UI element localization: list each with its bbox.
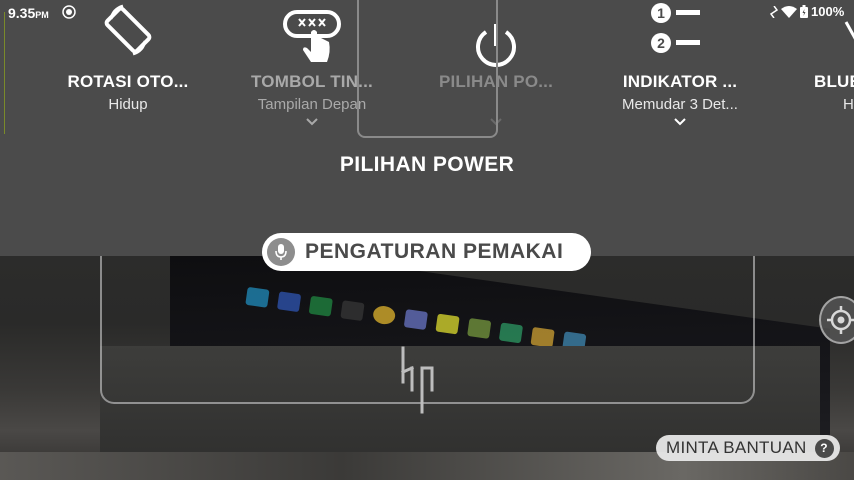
voice-settings-button[interactable]: PENGATURAN PEMAKAI — [262, 233, 591, 271]
crosshair-icon — [827, 306, 854, 334]
tile-subtitle: Memudar 3 Det... — [622, 96, 738, 113]
help-button[interactable]: MINTA BANTUAN ? — [656, 435, 840, 461]
panel-edge-divider — [0, 12, 5, 134]
svg-text:1: 1 — [657, 5, 665, 21]
screen-rotation-icon — [104, 4, 152, 56]
bluetooth-icon — [844, 21, 854, 40]
microphone-icon — [267, 238, 295, 266]
chevron-down-icon — [306, 118, 318, 126]
vibrate-icon — [770, 5, 778, 18]
status-ampm: PM — [35, 10, 49, 20]
notification-dot-icon — [62, 5, 76, 19]
quick-settings-panel: 9.35PM 100% ROTASI OTO... Hidup TOMBOL T… — [0, 0, 854, 256]
focused-item-label: PILIHAN POWER — [339, 153, 515, 176]
voice-settings-label: PENGATURAN PEMAKAI — [305, 240, 564, 263]
hp-logo-icon — [401, 346, 434, 414]
help-question-icon: ? — [814, 438, 834, 458]
touch-button-icon — [283, 10, 341, 62]
wifi-icon — [781, 5, 797, 18]
tile-subtitle: Hidup — [108, 96, 148, 113]
tile-title: INDIKATOR ... — [622, 72, 738, 91]
tile-bluetooth[interactable]: BLUE H — [804, 0, 854, 130]
chevron-down-icon — [674, 118, 686, 126]
tile-title: BLUE — [814, 72, 854, 91]
focus-highlight — [357, 0, 498, 138]
tile-title: ROTASI OTO... — [67, 72, 189, 91]
status-clock: 9.35PM — [8, 5, 49, 21]
svg-text:2: 2 — [657, 35, 665, 51]
status-time: 9.35 — [8, 5, 36, 21]
help-button-label: MINTA BANTUAN — [666, 438, 807, 457]
numbered-list-icon: 1 2 — [651, 3, 700, 53]
tile-subtitle: H — [843, 96, 854, 113]
